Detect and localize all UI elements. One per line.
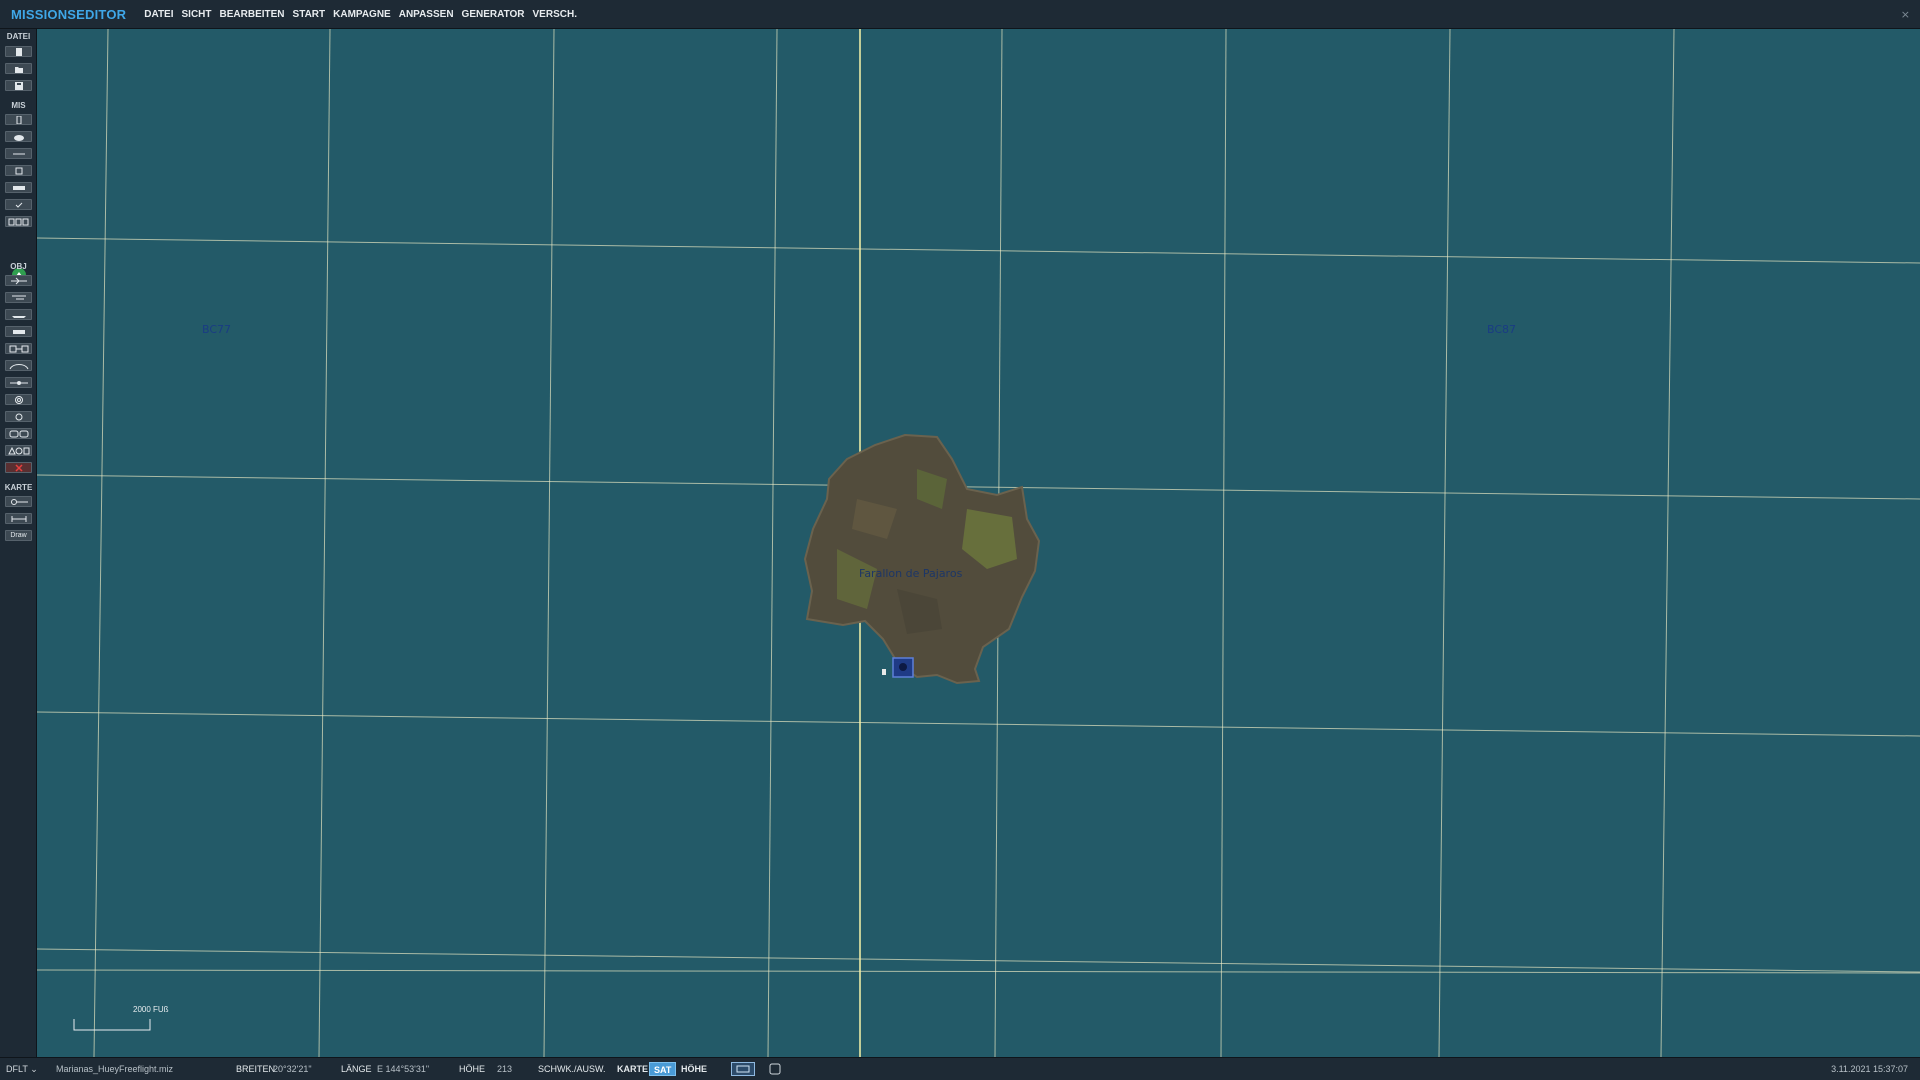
longitude-value: E 144°53'31" <box>377 1064 430 1074</box>
check-icon[interactable] <box>5 199 32 210</box>
route-icon[interactable] <box>5 428 32 439</box>
options-icon[interactable] <box>5 165 32 176</box>
weather-icon[interactable] <box>5 131 32 142</box>
fullscreen-icon[interactable] <box>768 1062 782 1076</box>
static-object-icon[interactable] <box>5 343 32 354</box>
airfield-marker-dot <box>899 663 907 671</box>
triggers-icon[interactable] <box>5 216 32 227</box>
map-view[interactable]: BC77 BC87 Farallon de Pajaros 2000 FUß <box>37 29 1920 1057</box>
open-mission-icon[interactable] <box>5 63 32 74</box>
menu-datei[interactable]: DATEI <box>144 9 173 20</box>
datetime-display: 3.11.2021 15:37:07 <box>1831 1064 1908 1074</box>
section-label-file: DATEI <box>6 32 31 41</box>
menu-start[interactable]: START <box>293 9 326 20</box>
mode-map-button[interactable]: KARTE <box>613 1062 652 1076</box>
aircraft-icon[interactable] <box>5 275 32 286</box>
menu-bar: MISSIONSEDITOR DATEI SICHT BEARBEITEN ST… <box>0 0 1920 29</box>
save-mission-icon[interactable] <box>5 80 32 91</box>
ship-icon[interactable] <box>5 309 32 320</box>
map-canvas[interactable] <box>37 29 1920 1057</box>
target-icon[interactable] <box>5 411 32 422</box>
menu-kampagne[interactable]: KAMPAGNE <box>333 9 391 20</box>
unit-marker <box>882 669 886 675</box>
new-mission-icon[interactable] <box>5 46 32 57</box>
scale-bar <box>73 1019 151 1031</box>
failures-icon[interactable] <box>5 182 32 193</box>
menu-versch[interactable]: VERSCH. <box>533 9 577 20</box>
scale-label: 2000 FUß <box>133 1005 169 1014</box>
mission-briefing-icon[interactable] <box>5 114 32 125</box>
ruler-icon[interactable] <box>5 496 32 507</box>
section-label-map: KARTE <box>4 483 33 492</box>
menu-generator[interactable]: GENERATOR <box>462 9 525 20</box>
layers-icon[interactable] <box>731 1062 755 1076</box>
measure-icon[interactable] <box>5 513 32 524</box>
profile-selector[interactable]: DFLT ⌄ <box>6 1064 38 1075</box>
chevron-down-icon: ⌄ <box>30 1064 38 1074</box>
left-toolbar: DATEI MIS OBJ KARTE Draw <box>0 29 37 1077</box>
menu-bearbeiten[interactable]: BEARBEITEN <box>220 9 285 20</box>
zone-icon[interactable] <box>5 394 32 405</box>
delete-icon[interactable] <box>5 462 32 473</box>
status-bar: DFLT ⌄ Marianas_HueyFreeflight.miz BREIT… <box>0 1057 1920 1080</box>
mode-satellite-button[interactable]: SAT <box>649 1062 677 1076</box>
draw-button[interactable]: Draw <box>5 530 32 541</box>
altitude-value: 213 <box>497 1064 513 1074</box>
menu-anpassen[interactable]: ANPASSEN <box>399 9 454 20</box>
time-icon[interactable] <box>5 148 32 159</box>
app-title: MISSIONSEDITOR <box>11 6 127 22</box>
island-terrain <box>803 433 1041 685</box>
mission-filename: Marianas_HueyFreeflight.miz <box>56 1064 174 1074</box>
grid-label-bc77: BC77 <box>202 323 232 336</box>
draw-shapes-icon[interactable] <box>5 445 32 456</box>
close-icon[interactable]: × <box>1901 8 1910 21</box>
section-label-mission: MIS <box>11 101 26 110</box>
pan-select-label[interactable]: SCHWK./AUSW. <box>538 1064 606 1074</box>
profile-label: DFLT <box>6 1064 28 1074</box>
mode-altitude-button[interactable]: HÖHE <box>677 1062 711 1076</box>
section-label-objects: OBJ <box>10 262 27 271</box>
altitude-label: HÖHE <box>459 1064 486 1074</box>
menu-sicht[interactable]: SICHT <box>182 9 212 20</box>
latitude-label: BREITEN <box>236 1064 276 1074</box>
grid-label-bc87: BC87 <box>1487 323 1517 336</box>
island-label[interactable]: Farallon de Pajaros <box>859 567 962 580</box>
latitude-value: 20°32'21" <box>273 1064 312 1074</box>
longitude-label: LÄNGE <box>341 1064 372 1074</box>
airfield-icon[interactable] <box>5 360 32 371</box>
ground-unit-icon[interactable] <box>5 326 32 337</box>
helicopter-icon[interactable] <box>5 292 32 303</box>
template-icon[interactable] <box>5 377 32 388</box>
